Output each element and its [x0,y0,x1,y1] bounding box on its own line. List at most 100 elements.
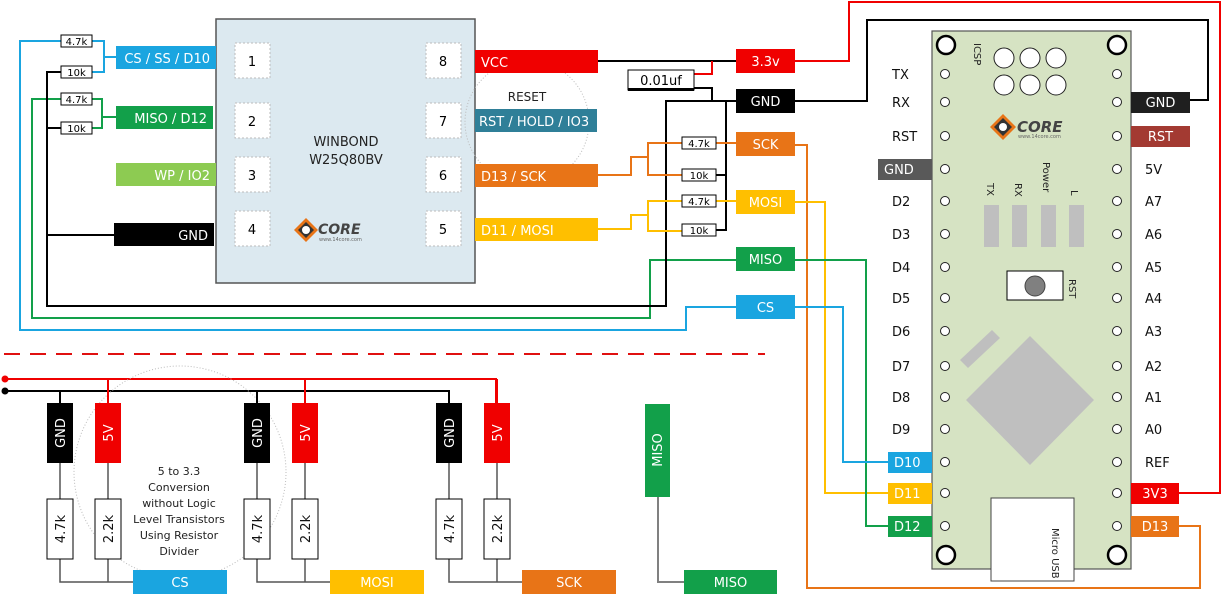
flash-chip: 1 2 3 4 8 7 6 5 WINBOND W25Q80BV CORE ww… [215,18,476,284]
pin-hole [1112,424,1122,434]
5v-label: 5V [299,424,314,441]
mounting-hole [1106,34,1128,56]
chip-pin: 1 [234,42,271,79]
pin-number: 5 [439,223,447,238]
pin-hole [1112,457,1122,467]
label-text: GND [751,95,781,110]
pin-hole [940,424,950,434]
wire-cs-board [795,306,888,463]
pin-label-text: D12 [894,520,921,535]
label-sck-mid: SCK [736,132,795,156]
pin-hole [940,131,950,141]
note-line: Divider [159,545,199,558]
rail-5v-terminal [1,375,9,383]
label-gnd: GND [114,223,214,246]
wire-cap-gnd [694,87,713,101]
resistor: 4.7k [681,194,717,208]
pin-label-text: A0 [1145,423,1162,438]
resistor-value: 10k [690,226,709,237]
label-rst-hold-io3: RST / HOLD / IO3 [475,109,597,132]
pin-hole [1112,521,1122,531]
pin-hole [940,392,950,402]
pin-number: 7 [439,115,447,130]
pin-label-text: RX [892,96,910,111]
pin-label-text: A6 [1145,228,1162,243]
resistor-value: 4.7k [66,95,88,106]
pin-label-text: D3 [892,228,910,243]
board-pin-label-left: D6 [892,325,910,340]
micro-usb-connector: Micro USB [990,497,1075,582]
resistor-value: 2.2k [299,514,314,543]
pin-label-text: D4 [892,261,910,276]
label-text: RST / HOLD / IO3 [479,115,589,130]
pin-label-text: D2 [892,195,910,210]
5v-label: 5V [491,424,506,441]
label-miso-d12: MISO / D12 [116,106,213,129]
resistor: 10k [681,168,717,182]
resistor: 10k [681,223,717,237]
chip-pin: 3 [234,156,271,193]
board-pin-label-left: D4 [892,261,910,276]
pin-hole [940,521,950,531]
pin-hole [940,262,950,272]
label-text: 3.3v [751,55,780,70]
board-pin-label-left: D2 [892,195,910,210]
left-resistors: 4.7k 10k 4.7k 10k [60,34,93,135]
14core-logo-board: CORE www.14core.com [990,114,1063,140]
label-text: SCK [753,138,779,153]
led-power [1041,205,1056,247]
pin-label-text: D8 [892,391,910,406]
wire-miso-passthrough [657,497,684,583]
board-pin-label-right: A6 [1145,228,1162,243]
pin-hole [940,326,950,336]
led-label: TX [984,182,995,196]
logo-url: www.14core.com [319,237,362,243]
label-mosi-mid: MOSI [736,190,795,214]
pin-label-text: A3 [1145,325,1162,340]
pin-hole [1112,361,1122,371]
pin-label-text: GND [1146,96,1176,111]
label-text: GND [178,229,208,244]
divider-groups: GND 5V 4.7k 2.2k CS GND 5V 4.7k 2.2k MOSI GND 5V 4.7… [46,379,616,594]
label-cs-mid: CS [736,295,795,319]
pin-number: 3 [248,169,256,184]
resistor-value: 2.2k [491,514,506,543]
board-pin-label-left: RST [892,130,917,145]
resistor-value: 10k [67,124,86,135]
pin-label-text: A1 [1145,391,1162,406]
label-miso-mid: MISO [736,247,795,271]
divider-group: GND 5V 4.7k 2.2k MOSI [243,379,424,594]
label-text: CS / SS / D10 [124,52,210,67]
board-pin-label-right: 5V [1145,163,1162,178]
power-rails [1,375,497,404]
pin-hole [1112,97,1122,107]
wire-sck-chip [597,156,648,176]
note-line: Using Resistor [140,529,219,542]
pin-hole [940,488,950,498]
capacitor: 0.01uf [627,69,695,91]
pin-hole [1112,293,1122,303]
label-cs-ss-d10: CS / SS / D10 [116,46,216,69]
pin-number: 8 [439,55,447,70]
pin-label-text: D11 [894,487,921,502]
pin-number: 6 [439,169,447,184]
mounting-hole [935,34,957,56]
note-line: Conversion [148,481,210,494]
output-label-text: SCK [556,576,582,591]
pin-hole [1112,392,1122,402]
board-pin-label-left: D9 [892,423,910,438]
board-pin-label-left: TX [891,68,909,83]
led-l [1069,205,1084,247]
output-label-text: MOSI [360,576,394,591]
wire-cap-vcc [694,61,713,75]
label-text: MOSI [749,196,783,211]
label-text: WP / IO2 [154,169,210,184]
led-label: Power [1040,162,1051,193]
pin-hole [1112,196,1122,206]
resistor-value: 4.7k [66,37,88,48]
pin-label-text: 5V [1145,163,1162,178]
board-pin-label-right: GND [1131,92,1190,113]
pin-label-text: TX [891,68,909,83]
wire-gnd-res-right [716,174,727,231]
pin-label-text: A7 [1145,195,1162,210]
